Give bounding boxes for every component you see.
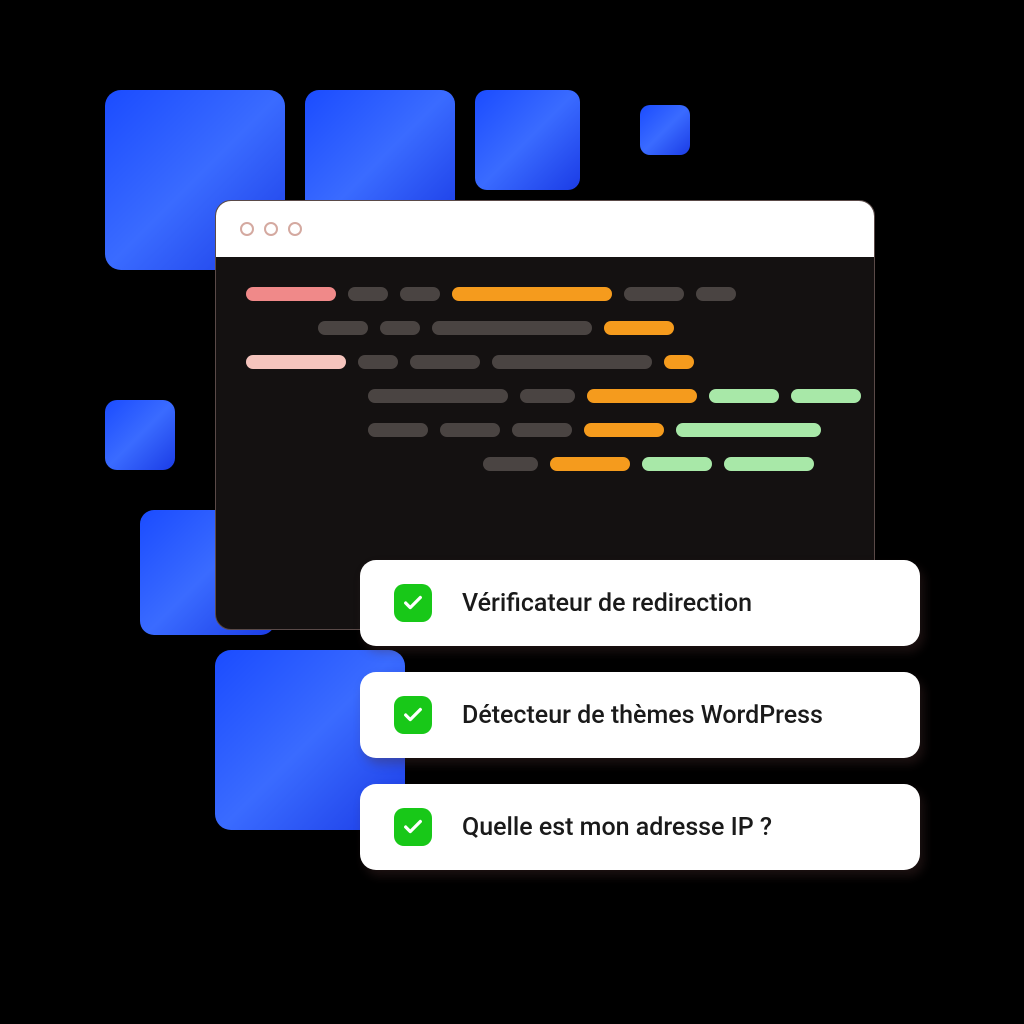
code-token (724, 457, 814, 471)
checkmark-icon (394, 808, 432, 846)
code-token (642, 457, 712, 471)
code-token (624, 287, 684, 301)
code-line (246, 321, 844, 335)
code-token (368, 389, 508, 403)
feature-card-wordpress-theme-detector[interactable]: Détecteur de thèmes WordPress (360, 672, 920, 758)
code-token (604, 321, 674, 335)
code-token (358, 355, 398, 369)
code-token (246, 355, 346, 369)
code-token (483, 457, 538, 471)
code-token (676, 423, 821, 437)
code-token (400, 287, 440, 301)
code-token (348, 287, 388, 301)
checkmark-icon (394, 584, 432, 622)
code-token (368, 423, 428, 437)
window-titlebar (216, 201, 874, 257)
code-line (246, 389, 844, 403)
code-token (452, 287, 612, 301)
feature-card-whats-my-ip[interactable]: Quelle est mon adresse IP ? (360, 784, 920, 870)
code-token (696, 287, 736, 301)
window-control-maximize-icon[interactable] (288, 222, 302, 236)
feature-card-redirect-checker[interactable]: Vérificateur de redirection (360, 560, 920, 646)
code-line (246, 355, 844, 369)
code-token (492, 355, 652, 369)
decorative-square (475, 90, 580, 190)
decorative-square (640, 105, 690, 155)
window-control-close-icon[interactable] (240, 222, 254, 236)
code-token (380, 321, 420, 335)
code-token (520, 389, 575, 403)
feature-label: Détecteur de thèmes WordPress (462, 701, 823, 730)
checkmark-icon (394, 696, 432, 734)
code-token (584, 423, 664, 437)
code-token (432, 321, 592, 335)
code-token (587, 389, 697, 403)
code-line (246, 457, 844, 471)
code-token (440, 423, 500, 437)
feature-card-list: Vérificateur de redirection Détecteur de… (360, 560, 920, 870)
code-token (550, 457, 630, 471)
code-token (246, 287, 336, 301)
code-body (216, 257, 874, 521)
feature-label: Quelle est mon adresse IP ? (462, 813, 772, 842)
feature-label: Vérificateur de redirection (462, 589, 752, 618)
code-token (512, 423, 572, 437)
code-token (664, 355, 694, 369)
code-token (791, 389, 861, 403)
code-line (246, 423, 844, 437)
code-token (318, 321, 368, 335)
window-control-minimize-icon[interactable] (264, 222, 278, 236)
decorative-square (105, 400, 175, 470)
code-line (246, 287, 844, 301)
code-token (410, 355, 480, 369)
code-token (709, 389, 779, 403)
